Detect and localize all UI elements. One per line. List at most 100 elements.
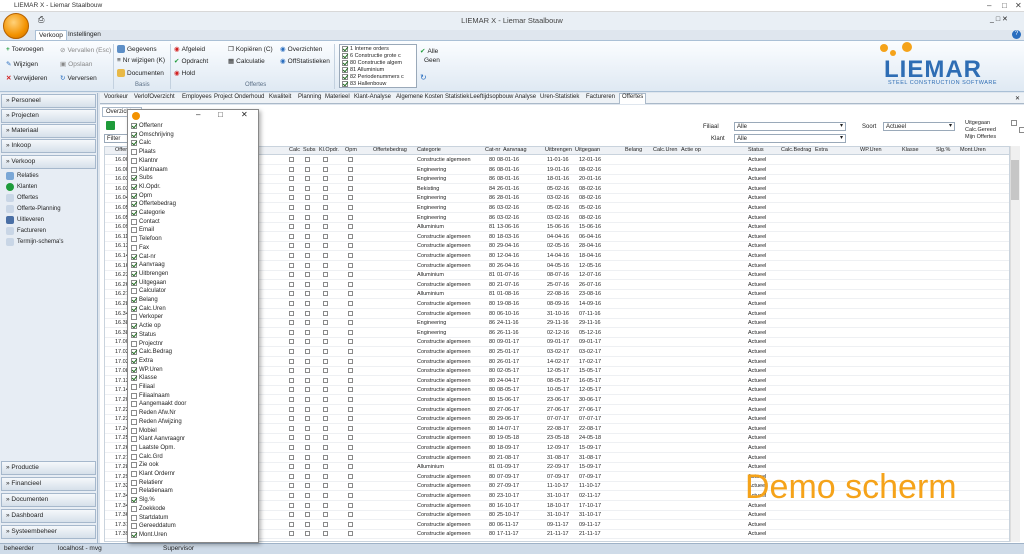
column-checkbox[interactable]: [131, 462, 137, 469]
row-checkbox[interactable]: [305, 464, 310, 470]
row-checkbox[interactable]: [289, 502, 294, 508]
row-checkbox[interactable]: [305, 157, 310, 162]
row-checkbox[interactable]: [348, 416, 353, 422]
column-checkbox[interactable]: [131, 392, 137, 399]
row-checkbox[interactable]: [323, 435, 328, 441]
row-checkbox[interactable]: [323, 349, 328, 354]
row-checkbox[interactable]: [305, 214, 310, 220]
row-checkbox[interactable]: [348, 464, 353, 470]
row-checkbox[interactable]: [305, 406, 310, 412]
column-chooser-item[interactable]: Reden Afwijzing: [131, 418, 182, 425]
column-checkbox[interactable]: [131, 288, 137, 295]
row-checkbox[interactable]: [323, 214, 328, 220]
row-checkbox[interactable]: [305, 521, 310, 527]
row-checkbox[interactable]: [305, 224, 310, 230]
row-checkbox[interactable]: [289, 445, 294, 450]
column-chooser-item[interactable]: Fax: [131, 244, 149, 251]
row-checkbox[interactable]: [348, 387, 353, 393]
row-checkbox[interactable]: [348, 195, 353, 201]
column-header[interactable]: Calc: [289, 147, 300, 153]
row-checkbox[interactable]: [348, 272, 353, 278]
help-icon[interactable]: ?: [1012, 30, 1021, 39]
app-menu-orb[interactable]: [3, 13, 29, 39]
calc-gereed-checkbox[interactable]: [1018, 127, 1024, 134]
column-chooser-item[interactable]: Offertenr: [131, 123, 163, 129]
row-checkbox[interactable]: [289, 349, 294, 354]
minimize-icon[interactable]: –: [196, 110, 200, 119]
row-checkbox[interactable]: [289, 531, 294, 537]
column-header[interactable]: Subs: [303, 147, 316, 153]
column-checkbox[interactable]: [131, 514, 137, 521]
row-checkbox[interactable]: [348, 185, 353, 191]
row-checkbox[interactable]: [323, 493, 328, 498]
column-checkbox[interactable]: [131, 244, 137, 251]
row-checkbox[interactable]: [348, 166, 353, 172]
column-chooser-item[interactable]: Opm: [131, 192, 152, 199]
soort-select[interactable]: Actueel: [883, 122, 955, 131]
column-chooser-item[interactable]: Belang: [131, 297, 158, 303]
row-checkbox[interactable]: [348, 502, 353, 508]
column-checkbox[interactable]: [131, 418, 137, 425]
column-header[interactable]: Actie op: [681, 147, 701, 153]
column-chooser-item[interactable]: Startdatum: [131, 514, 168, 521]
column-checkbox[interactable]: [131, 279, 137, 286]
nav-financieel[interactable]: » Financieel: [1, 477, 96, 491]
column-header[interactable]: WP.Uren: [860, 147, 882, 153]
row-checkbox[interactable]: [348, 349, 353, 354]
row-checkbox[interactable]: [305, 502, 310, 508]
row-checkbox[interactable]: [305, 320, 310, 326]
delete-button[interactable]: ✕ Verwijderen: [6, 74, 47, 83]
mdi-controls[interactable]: _ □ ✕: [990, 15, 1008, 23]
tab-leeftijdsopbouw[interactable]: Leeftijdsopbouw Analyse: [470, 94, 536, 100]
row-checkbox[interactable]: [305, 339, 310, 345]
row-checkbox[interactable]: [348, 454, 353, 460]
column-checkbox[interactable]: [131, 401, 137, 408]
column-chooser-item[interactable]: Kl.Opdr.: [131, 183, 161, 190]
tab-factureren[interactable]: Factureren: [586, 94, 615, 100]
tab-verkoop[interactable]: Verkoop: [35, 30, 67, 40]
column-chooser-item[interactable]: WP.Uren: [131, 366, 163, 373]
column-chooser-item[interactable]: Offertebedrag: [131, 201, 176, 208]
column-chooser-item[interactable]: Cat-nr: [131, 253, 156, 260]
row-checkbox[interactable]: [289, 406, 294, 412]
select-all-button[interactable]: ✔ Alle: [420, 47, 438, 56]
row-checkbox[interactable]: [305, 387, 310, 393]
row-checkbox[interactable]: [323, 243, 328, 249]
row-checkbox[interactable]: [348, 157, 353, 162]
tab-employees[interactable]: Employees: [182, 94, 212, 100]
cancel-button[interactable]: ⊘ Vervallen (Esc): [60, 46, 111, 55]
column-header[interactable]: Categorie: [417, 147, 441, 153]
row-checkbox[interactable]: [348, 445, 353, 450]
row-checkbox[interactable]: [323, 329, 328, 335]
column-header[interactable]: Mont.Uren: [960, 147, 986, 153]
row-checkbox[interactable]: [289, 291, 294, 297]
column-chooser-item[interactable]: Calc.Bedrag: [131, 349, 172, 356]
minimize-icon[interactable]: –: [987, 1, 991, 10]
renumber-button[interactable]: ≡ Nr wijzigen (K): [117, 57, 165, 64]
row-checkbox[interactable]: [323, 397, 328, 402]
row-checkbox[interactable]: [305, 483, 310, 489]
row-checkbox[interactable]: [289, 233, 294, 239]
column-header[interactable]: Uitgegaan: [575, 147, 600, 153]
row-checkbox[interactable]: [289, 272, 294, 278]
tab-offertes[interactable]: Offertes: [619, 93, 647, 104]
row-checkbox[interactable]: [348, 281, 353, 287]
column-chooser-item[interactable]: Klant Aanvraagnr: [131, 436, 185, 443]
row-checkbox[interactable]: [289, 157, 294, 162]
column-chooser-item[interactable]: Projectnr: [131, 340, 163, 347]
row-checkbox[interactable]: [348, 233, 353, 239]
nav-systeembeheer[interactable]: » Systeembeheer: [1, 525, 96, 539]
row-checkbox[interactable]: [305, 262, 310, 268]
row-checkbox[interactable]: [289, 243, 294, 249]
tab-materieel[interactable]: Materieel: [325, 94, 350, 100]
column-checkbox[interactable]: [131, 140, 137, 147]
column-checkbox[interactable]: [131, 349, 137, 356]
row-checkbox[interactable]: [289, 473, 294, 479]
row-checkbox[interactable]: [289, 253, 294, 258]
row-checkbox[interactable]: [348, 406, 353, 412]
row-checkbox[interactable]: [289, 454, 294, 460]
column-checkbox[interactable]: [131, 262, 137, 269]
row-checkbox[interactable]: [348, 435, 353, 441]
tab-kwaliteit[interactable]: Kwaliteit: [269, 94, 291, 100]
column-checkbox[interactable]: [131, 436, 137, 443]
